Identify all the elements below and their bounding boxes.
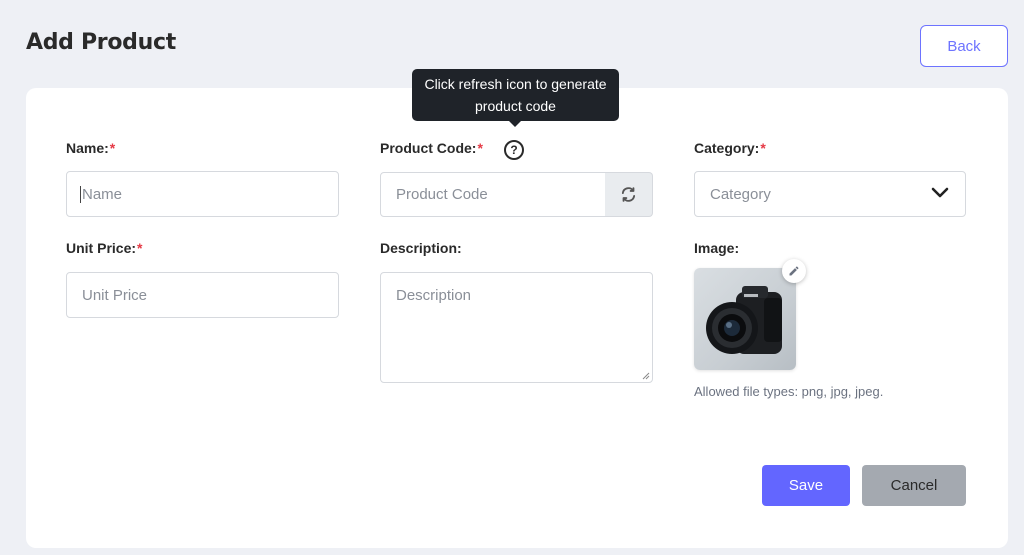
resize-handle-icon[interactable]	[642, 372, 650, 380]
name-placeholder: Name	[80, 185, 123, 203]
product-code-input[interactable]: Product Code	[380, 172, 606, 217]
image-label-text: Image:	[694, 240, 740, 256]
tooltip-arrow	[508, 120, 522, 127]
product-code-placeholder: Product Code	[396, 186, 488, 203]
unit-price-label-text: Unit Price:	[66, 240, 137, 256]
file-types-hint: Allowed file types: png, jpg, jpeg.	[694, 384, 884, 399]
description-placeholder: Description	[396, 287, 472, 304]
image-label: Image:	[694, 240, 739, 256]
required-marker: *	[137, 240, 143, 256]
refresh-button[interactable]	[605, 172, 653, 217]
tooltip-line-2: product code	[475, 98, 556, 114]
unit-price-label: Unit Price:*	[66, 240, 142, 256]
required-marker: *	[109, 140, 116, 156]
category-label-text: Category:	[694, 140, 760, 156]
product-code-tooltip: Click refresh icon to generate product c…	[412, 69, 619, 121]
page-title: Add Product	[26, 30, 176, 55]
back-button[interactable]: Back	[920, 25, 1008, 67]
refresh-icon	[621, 187, 636, 202]
cancel-button[interactable]: Cancel	[862, 465, 966, 506]
save-button[interactable]: Save	[762, 465, 850, 506]
name-label-text: Name:	[66, 140, 109, 156]
description-textarea[interactable]: Description	[380, 272, 653, 383]
camera-icon	[706, 286, 782, 354]
category-selected-value: Category	[710, 185, 771, 203]
help-circle-icon[interactable]: ?	[504, 140, 524, 160]
category-label: Category:*	[694, 140, 766, 156]
edit-image-button[interactable]	[782, 259, 806, 283]
unit-price-placeholder: Unit Price	[82, 286, 148, 304]
pencil-icon	[789, 266, 799, 276]
description-label: Description:	[380, 240, 462, 256]
name-input[interactable]: Name	[66, 171, 339, 217]
name-label: Name:*	[66, 140, 115, 156]
tooltip-line-1: Click refresh icon to generate	[424, 76, 607, 92]
product-image-preview	[694, 268, 796, 370]
category-select[interactable]: Category	[694, 171, 966, 217]
description-label-text: Description:	[380, 240, 462, 256]
product-code-label-text: Product Code:	[380, 140, 477, 156]
required-marker: *	[477, 140, 483, 156]
required-marker: *	[760, 140, 766, 156]
chevron-down-icon	[931, 187, 949, 198]
product-code-label: Product Code:*	[380, 140, 483, 156]
unit-price-input[interactable]: Unit Price	[66, 272, 339, 318]
